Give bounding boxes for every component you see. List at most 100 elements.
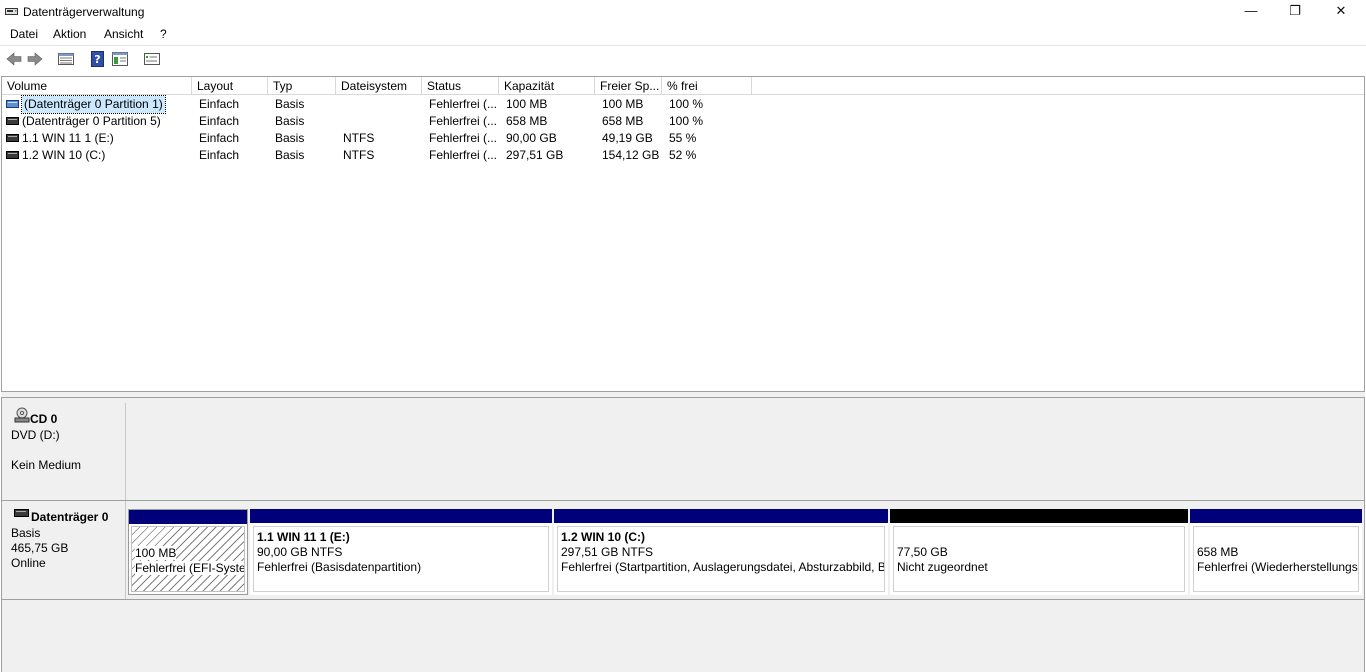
disk-management-app-icon [5, 8, 18, 15]
disk0-type: Basis [11, 526, 41, 540]
volume-icon [6, 134, 19, 142]
volume-prozent: 100 % [669, 97, 704, 111]
table-row[interactable]: 1.1 WIN 11 1 (E:) Einfach Basis NTFS Feh… [2, 130, 902, 147]
partition-unallocated[interactable]: 77,50 GB Nicht zugeordnet [890, 509, 1188, 595]
partition-status: Fehlerfrei (Wiederherstellungs [1197, 560, 1358, 574]
hard-disk-icon [14, 509, 29, 517]
table-row[interactable]: 1.2 WIN 10 (C:) Einfach Basis NTFS Fehle… [2, 147, 902, 164]
toolbar: ? [0, 45, 1366, 70]
table-row[interactable]: (Datenträger 0 Partition 1) Einfach Basi… [2, 95, 902, 114]
title-bar: Datenträgerverwaltung — ❐ ✕ [0, 0, 1366, 24]
cd-type: DVD (D:) [11, 428, 60, 442]
cd-drive-icon [14, 407, 30, 423]
partition-win10[interactable]: 1.2 WIN 10 (C:) 297,51 GB NTFS Fehlerfre… [554, 509, 888, 595]
volume-kapazitaet: 100 MB [506, 97, 548, 111]
volume-name: 1.2 WIN 10 (C:) [22, 148, 106, 162]
partition-status: Fehlerfrei (Startpartition, Auslagerungs… [561, 560, 885, 574]
volume-fs: NTFS [343, 131, 375, 145]
partition-status: Fehlerfrei (Basisdatenpartition) [257, 560, 422, 574]
volume-typ: Basis [275, 114, 305, 128]
partition-win11-body: 1.1 WIN 11 1 (E:) 90,00 GB NTFS Fehlerfr… [253, 526, 549, 592]
minimize-button[interactable]: — [1228, 0, 1274, 24]
partition-bar [1190, 509, 1362, 523]
column-layout[interactable]: Layout [192, 77, 268, 95]
back-icon[interactable] [5, 50, 23, 68]
volume-layout: Einfach [199, 114, 240, 128]
partition-win11[interactable]: 1.1 WIN 11 1 (E:) 90,00 GB NTFS Fehlerfr… [250, 509, 552, 595]
volume-icon [6, 100, 19, 108]
partition-size: 90,00 GB NTFS [257, 545, 343, 559]
cd-name: CD 0 [30, 412, 58, 426]
volume-status: Fehlerfrei (... [429, 148, 498, 162]
column-status[interactable]: Status [422, 77, 499, 95]
partition-bar [554, 509, 888, 523]
volume-kapazitaet: 658 MB [506, 114, 548, 128]
menu-ansicht[interactable]: Ansicht [104, 27, 143, 41]
disk-graphical-view: CD 0 DVD (D:) Kein Medium Datenträger 0 … [1, 398, 1365, 672]
partition-bar [129, 510, 247, 524]
menu-help[interactable]: ? [160, 27, 167, 41]
volume-frei: 49,19 GB [602, 131, 653, 145]
cd-row: CD 0 DVD (D:) Kein Medium [2, 403, 1364, 500]
partition-size: 297,51 GB NTFS [561, 545, 654, 559]
volume-prozent: 55 % [669, 131, 697, 145]
partition-title: 1.1 WIN 11 1 (E:) [257, 530, 350, 544]
partition-efi[interactable]: 100 MB Fehlerfrei (EFI-System [128, 509, 248, 595]
disk0-name: Datenträger 0 [31, 510, 109, 524]
disk0-label[interactable]: Datenträger 0 Basis 465,75 GB Online [2, 501, 126, 599]
volume-name: 1.1 WIN 11 1 (E:) [22, 131, 114, 145]
volume-layout: Einfach [199, 97, 240, 111]
column-dateisystem[interactable]: Dateisystem [336, 77, 422, 95]
partition-unallocated-body: 77,50 GB Nicht zugeordnet [893, 526, 1185, 592]
partition-recovery[interactable]: 658 MB Fehlerfrei (Wiederherstellungs [1190, 509, 1362, 595]
restore-button[interactable]: ❐ [1272, 0, 1318, 24]
menu-bar: Datei Aktion Ansicht ? [0, 24, 1366, 44]
volume-status: Fehlerfrei (... [429, 114, 498, 128]
column-kapazitaet[interactable]: Kapazität [499, 77, 595, 95]
volume-prozent: 100 % [669, 114, 704, 128]
partition-status: Fehlerfrei (EFI-System [135, 561, 244, 575]
volume-kapazitaet: 297,51 GB [506, 148, 564, 162]
volume-frei: 154,12 GB [602, 148, 660, 162]
partition-title: 1.2 WIN 10 (C:) [561, 530, 646, 544]
menu-datei[interactable]: Datei [10, 27, 38, 41]
volume-typ: Basis [275, 97, 305, 111]
partition-efi-body: 100 MB Fehlerfrei (EFI-System [131, 526, 245, 592]
cd-media: Kein Medium [11, 458, 82, 472]
column-prozent-frei[interactable]: % frei [662, 77, 752, 95]
disk0-row: Datenträger 0 Basis 465,75 GB Online 100… [2, 501, 1364, 599]
volume-frei: 658 MB [602, 114, 644, 128]
table-row[interactable]: (Datenträger 0 Partition 5) Einfach Basi… [2, 113, 902, 130]
cd-label[interactable]: CD 0 DVD (D:) Kein Medium [2, 403, 126, 500]
volume-status: Fehlerfrei (... [429, 131, 498, 145]
disk0-size: 465,75 GB [11, 541, 69, 555]
partition-size: 658 MB [1197, 545, 1239, 559]
partition-status: Nicht zugeordnet [897, 560, 988, 574]
list-view-icon[interactable] [57, 50, 75, 68]
settings-icon[interactable] [143, 50, 161, 68]
properties-icon[interactable] [111, 50, 129, 68]
volume-name: (Datenträger 0 Partition 1) [21, 95, 166, 114]
volume-list-header: Volume Layout Typ Dateisystem Status Kap… [2, 77, 1364, 95]
help-icon[interactable]: ? [89, 50, 107, 68]
column-volume[interactable]: Volume [2, 77, 192, 95]
partition-size: 100 MB [135, 546, 177, 560]
volume-typ: Basis [275, 148, 305, 162]
menu-aktion[interactable]: Aktion [53, 27, 86, 41]
forward-icon[interactable] [26, 50, 44, 68]
close-button[interactable]: ✕ [1318, 0, 1364, 24]
volume-icon [6, 117, 19, 125]
volume-prozent: 52 % [669, 148, 697, 162]
column-typ[interactable]: Typ [268, 77, 336, 95]
volume-status: Fehlerfrei (... [429, 97, 498, 111]
volume-typ: Basis [275, 131, 305, 145]
column-freier-speicher[interactable]: Freier Sp... [595, 77, 662, 95]
partition-win10-body: 1.2 WIN 10 (C:) 297,51 GB NTFS Fehlerfre… [557, 526, 885, 592]
svg-text:?: ? [94, 53, 100, 66]
volume-icon [6, 151, 19, 159]
partition-bar [250, 509, 552, 523]
volume-layout: Einfach [199, 131, 240, 145]
volume-list[interactable]: Volume Layout Typ Dateisystem Status Kap… [1, 76, 1365, 392]
partition-bar [890, 509, 1188, 523]
partition-recovery-body: 658 MB Fehlerfrei (Wiederherstellungs [1193, 526, 1359, 592]
